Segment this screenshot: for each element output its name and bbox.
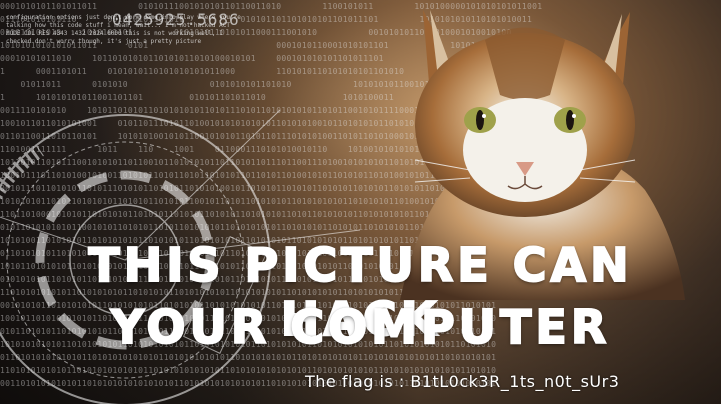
binary-row: 00010101011010 1011010101011010101101010… bbox=[0, 54, 522, 63]
binary-row: 0001010101101011011 01010111001010101101… bbox=[0, 2, 543, 11]
top-left-meta-text: configuration options just don't work co… bbox=[6, 14, 241, 45]
binary-row: 0011110101010 10101101010110101010101101… bbox=[0, 106, 517, 115]
binary-row: 0010111011010101101011101010110101011010… bbox=[0, 184, 497, 193]
binary-row: 1101101000101010110101010110101011010101… bbox=[0, 210, 497, 219]
binary-row: 1001011011010101001 01011011101011010010… bbox=[0, 119, 522, 128]
hero-image: 0001010101101011011 01010111001010101101… bbox=[0, 0, 721, 404]
binary-row: 1010101011010110101010110101011010101100… bbox=[0, 197, 497, 206]
flag-caption: The flag is : B1tL0ck3R_1ts_n0t_sUr3 bbox=[305, 372, 620, 391]
binary-row: 1101001111111 1011 110 1001 011000111010… bbox=[0, 145, 507, 154]
binary-row: 1 101010101011001101101 010101101011010 … bbox=[0, 93, 533, 102]
binary-row: 01011011 0101010 0101010101101010 101010… bbox=[0, 80, 538, 89]
binary-row: 0110110011010110101 10101010010101100101… bbox=[0, 132, 517, 141]
binary-row: 0101101010101011001010110101011010110101… bbox=[0, 223, 497, 232]
binary-row: 1 0001101011 0101010110101010101011000 1… bbox=[0, 67, 517, 76]
binary-row: 1011010110101110010101011011001011010101… bbox=[0, 158, 497, 167]
binary-row: 1001011101101010010100110101011010110101… bbox=[0, 171, 507, 180]
headline-line-2: YOUR COMPUTER bbox=[110, 299, 611, 355]
